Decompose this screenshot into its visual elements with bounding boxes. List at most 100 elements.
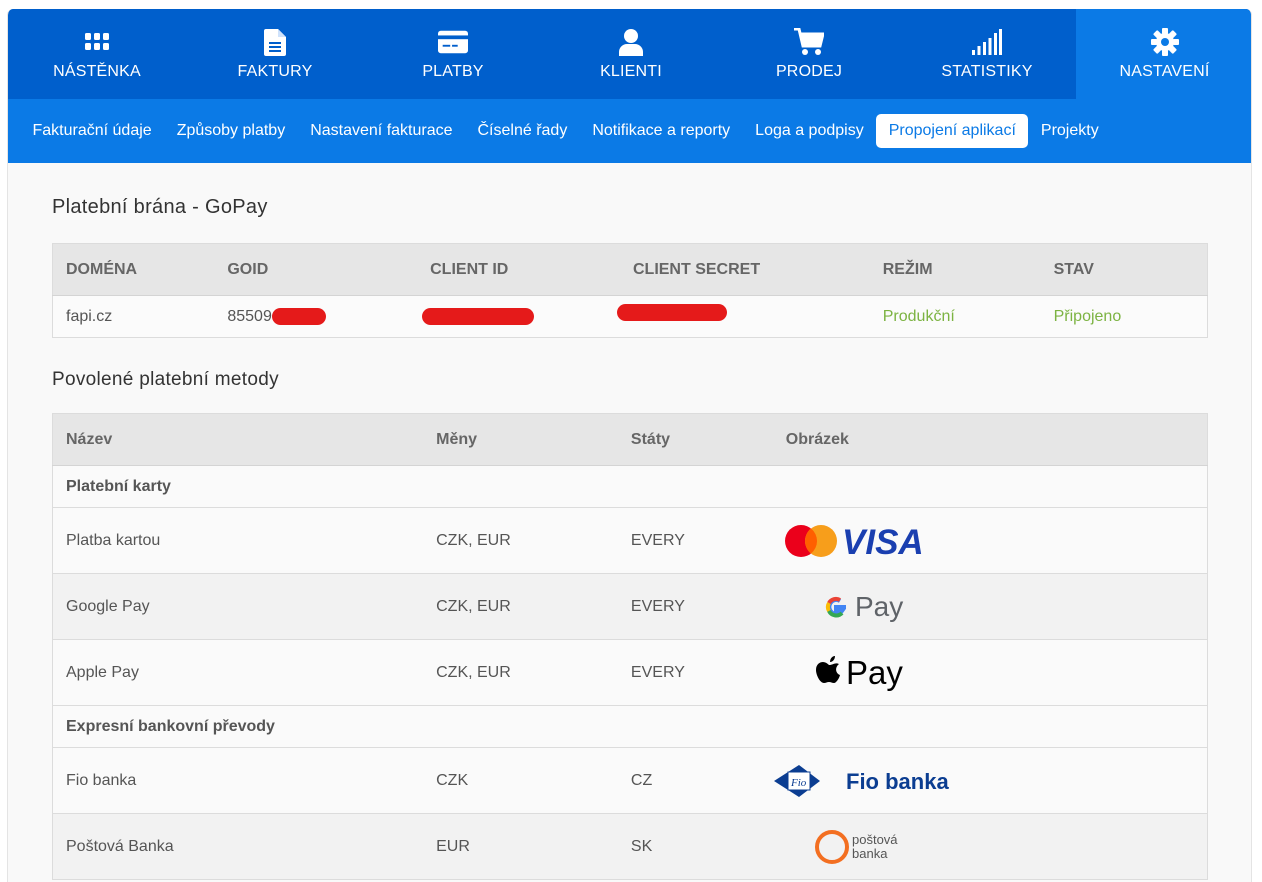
status-cell: Připojeno: [1040, 295, 1208, 338]
gear-icon: [1150, 27, 1180, 57]
grid-icon: [82, 27, 112, 57]
col-header-status: STAV: [1040, 243, 1208, 296]
table-row: Fio banka CZK CZ Fio Fio banka: [52, 747, 1208, 814]
method-name: Google Pay: [52, 573, 424, 640]
subnav-item-zpusoby-platby[interactable]: Způsoby platby: [164, 114, 298, 148]
payment-methods-table: Název Měny Státy Obrázek Platební karty …: [52, 413, 1208, 880]
method-logo-cell: VISA: [772, 507, 1208, 574]
table-header-row: Název Měny Státy Obrázek: [52, 413, 1208, 466]
method-states: EVERY: [617, 573, 773, 640]
gateway-table: DOMÉNA GOID CLIENT ID CLIENT SECRET REŽI…: [52, 243, 1208, 338]
method-states: EVERY: [617, 639, 773, 706]
method-currencies: CZK, EUR: [423, 639, 618, 706]
table-row: fapi.cz 85509 Produkční Připojeno: [52, 295, 1208, 338]
subnav-item-projekty[interactable]: Projekty: [1028, 114, 1111, 148]
method-currencies: CZK: [423, 747, 618, 814]
group-row-bank-transfers: Expresní bankovní převody: [52, 705, 1208, 748]
group-label: Expresní bankovní převody: [52, 705, 1208, 748]
col-header-client-id: CLIENT ID: [417, 243, 620, 296]
nav-item-prodej[interactable]: PRODEJ: [720, 9, 898, 99]
redaction-mark: [271, 307, 326, 325]
nav-label: NÁSTĚNKA: [53, 63, 141, 80]
mode-cell: Produkční: [869, 295, 1041, 338]
method-name: Poštová Banka: [52, 813, 424, 880]
subnav-item-ciselne-rady[interactable]: Číselné řady: [465, 114, 580, 148]
method-currencies: CZK, EUR: [423, 573, 618, 640]
method-currencies: EUR: [423, 813, 618, 880]
fio-logo-text: Fio banka: [846, 769, 949, 794]
subnav-item-nastaveni-fakturace[interactable]: Nastavení fakturace: [298, 114, 465, 148]
svg-text:Pay: Pay: [855, 591, 903, 622]
mastercard-visa-logo: VISA: [784, 523, 924, 562]
col-header-image: Obrázek: [772, 413, 1208, 466]
subnav-item-propojeni-aplikaci[interactable]: Propojení aplikací: [876, 114, 1029, 148]
col-header-states: Státy: [617, 413, 773, 466]
main-nav: NÁSTĚNKA FAKTURY PLATBY KLIENTI PRODEJ S…: [8, 9, 1251, 99]
method-logo-cell: Fio Fio banka: [772, 747, 1208, 814]
method-name: Fio banka: [52, 747, 424, 814]
signal-bars-icon: [972, 27, 1002, 57]
group-label: Platební karty: [52, 465, 1208, 508]
methods-title: Povolené platební metody: [52, 369, 279, 390]
app-window: NÁSTĚNKA FAKTURY PLATBY KLIENTI PRODEJ S…: [7, 9, 1252, 882]
subnav-item-notifikace[interactable]: Notifikace a reporty: [580, 114, 743, 148]
goid-value: 85509: [227, 307, 272, 325]
col-header-currencies: Měny: [423, 413, 618, 466]
svg-text:poštová: poštová: [852, 832, 898, 847]
redaction-mark: [422, 307, 535, 325]
settings-subnav: Fakturační údaje Způsoby platby Nastaven…: [8, 99, 1251, 163]
fio-banka-logo: Fio Fio banka: [773, 764, 949, 797]
svg-text:VISA: VISA: [842, 523, 924, 561]
method-states: SK: [617, 813, 773, 880]
credit-card-icon: [438, 27, 468, 57]
group-row-cards: Platební karty: [52, 465, 1208, 508]
method-logo-cell: poštová banka: [772, 813, 1208, 880]
goid-cell: 85509: [214, 295, 418, 338]
nav-label: PRODEJ: [775, 63, 843, 80]
method-name: Apple Pay: [52, 639, 424, 706]
nav-item-faktury[interactable]: FAKTURY: [186, 9, 364, 99]
client-id-cell: [417, 295, 620, 338]
user-icon: [616, 27, 646, 57]
table-row: Platba kartou CZK, EUR EVERY VISA: [52, 507, 1208, 574]
method-states: EVERY: [617, 507, 773, 574]
nav-label: FAKTURY: [237, 63, 313, 80]
svg-text:Fio: Fio: [790, 777, 807, 789]
subnav-item-loga-podpisy[interactable]: Loga a podpisy: [743, 114, 877, 148]
col-header-name: Název: [52, 413, 424, 466]
nav-item-nastenka[interactable]: NÁSTĚNKA: [8, 9, 186, 99]
method-logo-cell: Pay: [772, 573, 1208, 640]
client-secret-cell: [616, 295, 870, 338]
nav-item-platby[interactable]: PLATBY: [364, 9, 542, 99]
subnav-item-fakturacni-udaje[interactable]: Fakturační údaje: [20, 114, 164, 148]
nav-item-statistiky[interactable]: STATISTIKY: [898, 9, 1076, 99]
table-row: Poštová Banka EUR SK poštová banka: [52, 813, 1208, 880]
method-name: Platba kartou: [52, 507, 424, 574]
google-pay-logo: Pay: [825, 591, 903, 622]
svg-text:Pay: Pay: [846, 654, 903, 691]
method-logo-cell: Pay: [772, 639, 1208, 706]
postova-banka-logo: poštová banka: [814, 829, 898, 864]
col-header-mode: REŽIM: [869, 243, 1041, 296]
table-row: Apple Pay CZK, EUR EVERY Pay: [52, 639, 1208, 706]
gateway-title: Platební brána - GoPay: [52, 196, 268, 218]
nav-item-klienti[interactable]: KLIENTI: [542, 9, 720, 99]
col-header-domain: DOMÉNA: [52, 243, 215, 296]
method-currencies: CZK, EUR: [423, 507, 618, 574]
cart-icon: [794, 27, 824, 57]
nav-label: NASTAVENÍ: [1119, 63, 1210, 80]
redaction-mark: [616, 303, 727, 321]
domain-cell: fapi.cz: [52, 295, 215, 338]
col-header-client-secret: CLIENT SECRET: [619, 243, 870, 296]
nav-label: STATISTIKY: [941, 63, 1033, 80]
document-icon: [260, 27, 290, 57]
table-header-row: DOMÉNA GOID CLIENT ID CLIENT SECRET REŽI…: [52, 243, 1208, 296]
table-row: Google Pay CZK, EUR EVERY Pay: [52, 573, 1208, 640]
method-states: CZ: [617, 747, 773, 814]
col-header-goid: GOID: [214, 243, 418, 296]
nav-label: PLATBY: [422, 63, 484, 80]
apple-pay-logo: Pay: [815, 654, 903, 691]
svg-text:banka: banka: [852, 846, 888, 861]
nav-item-nastaveni[interactable]: NASTAVENÍ: [1076, 9, 1251, 99]
nav-label: KLIENTI: [600, 63, 662, 80]
